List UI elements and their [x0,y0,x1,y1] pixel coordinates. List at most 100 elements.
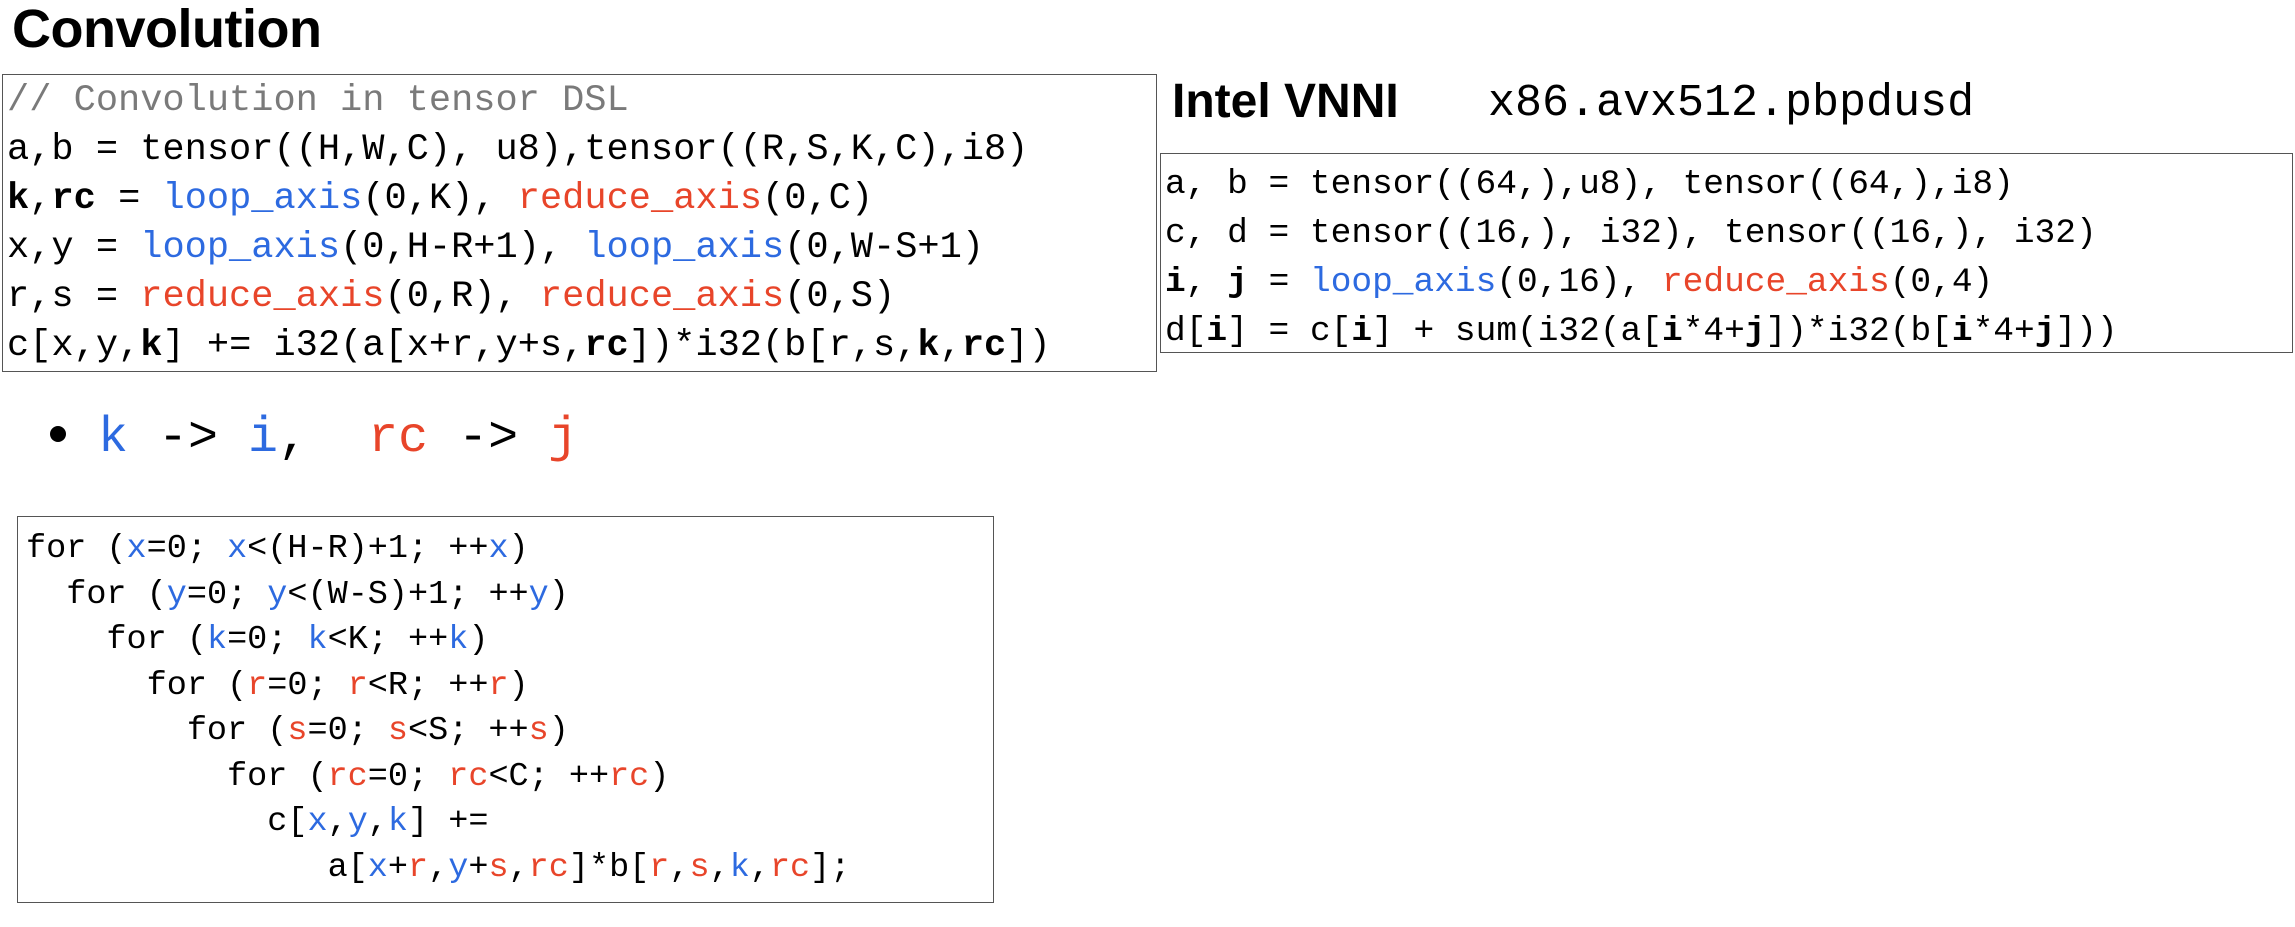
page-title: Convolution [12,0,322,59]
loop-body-product: a[x+r,y+s,rc]*b[r,s,k,rc]; [26,846,993,892]
loop-var: s [287,712,308,750]
code-text: a[ [327,848,368,887]
loop-var: k [448,621,469,659]
for-keyword: for [146,666,207,705]
code-text: (0,R), [384,276,540,318]
code-text: ])) [2055,312,2118,351]
code-text: , [669,848,690,887]
bullet-dot-icon [50,425,66,442]
var-i: i [1165,263,1186,302]
vnni-line-axes: i, j = loop_axis(0,16), reduce_axis(0,4) [1165,258,2292,307]
code-text: (0,H-R+1), [340,227,585,269]
loop-var: r [488,666,509,705]
code-text: , [278,410,369,467]
code-text: ]; [810,848,851,887]
code-text: (0,4) [1889,263,1994,302]
code-text: ] += [408,803,489,841]
reduce-axis-keyword: reduce_axis [539,276,785,318]
var-rc: rc [961,325,1007,367]
loop-var: y [528,575,549,614]
var-i: i [1951,312,1973,351]
loop-bound: R [387,666,409,705]
loop-axis-keyword: loop_axis [584,227,785,269]
loop-bound: S [428,712,449,750]
loop-var: k [729,848,750,887]
code-text: , [428,848,449,887]
code-text: x,y = [7,227,141,269]
loop-bound: (W-S)+1 [307,575,449,614]
loop-var: x [367,848,388,887]
code-text: = [95,178,163,220]
vnni-title: Intel VNNI [1172,75,1399,128]
code-text: ])*i32(b[r,s, [628,325,918,367]
loop-line-rc: for (rc=0; rc<C; ++rc) [26,755,993,801]
loop-bound: K [347,621,368,659]
code-text: + [387,848,408,887]
code-text: d[ [1165,312,1207,351]
loop-body-accum: c[x,y,k] += [26,800,993,846]
code-text: , [749,848,770,887]
var-rc: rc [584,325,629,367]
code-text: + [468,848,489,887]
code-text: ]*b[ [568,848,650,887]
loop-bound: (H-R)+1 [267,530,409,568]
code-text: (0,S) [784,276,896,318]
for-keyword: for [106,621,167,659]
code-text: , [939,325,962,367]
vnni-line-compute: d[i] = c[i] + sum(i32(a[i*4+j])*i32(b[i*… [1165,307,2292,356]
var-j: j [1744,312,1766,351]
code-text: *4+ [1682,312,1745,351]
dsl-line-compute: c[x,y,k] += i32(a[x+r,y+s,rc])*i32(b[r,s… [7,322,1156,371]
loop-axis-keyword: loop_axis [140,227,341,269]
code-text: ] = c[ [1227,312,1352,351]
loop-var: y [267,575,288,614]
code-text: c[x,y, [7,325,141,367]
loop-bound: C [508,757,529,796]
loop-var: k [206,621,228,659]
for-keyword: for [186,712,248,750]
dsl-line-axes-x-y: x,y = loop_axis(0,H-R+1), loop_axis(0,W-… [7,224,1156,273]
vnni-line-cd: c, d = tensor((16,), i32), tensor((16,),… [1165,214,2097,253]
code-text: , [709,848,730,887]
loop-var: rc [448,757,489,796]
arrow-text: -> [128,410,249,467]
for-keyword: for [66,575,127,614]
map-k: k [98,410,129,467]
reduce-axis-keyword: reduce_axis [140,276,385,318]
vnni-code-box: a, b = tensor((64,),u8), tensor((64,),i8… [1160,153,2293,353]
loop-var: s [689,848,710,887]
loop-line-x: for (x=0; x<(H-R)+1; ++x) [26,530,529,568]
loop-var: rc [327,757,368,796]
loop-var: rc [528,848,569,887]
dsl-line-axes-k-rc: k,rc = loop_axis(0,K), reduce_axis(0,C) [7,175,1156,224]
loop-var: y [166,575,187,614]
loop-line-k: for (k=0; k<K; ++k) [26,618,993,664]
loop-var: s [387,712,408,750]
loop-var: r [247,666,268,705]
loop-nest-box: for (x=0; x<(H-R)+1; ++x) for (y=0; y<(W… [17,516,994,903]
var-k: k [917,325,940,367]
loop-var: s [488,848,509,887]
code-text: *4+ [1972,312,2035,351]
code-text: , [29,178,52,220]
code-text: (0,K), [362,178,518,220]
code-text: , [327,803,348,841]
loop-line-s: for (s=0; s<S; ++s) [26,709,993,755]
dsl-line-axes-r-s: r,s = reduce_axis(0,R), reduce_axis(0,S) [7,273,1156,322]
loop-line-y: for (y=0; y<(W-S)+1; ++y) [26,573,993,619]
vnni-instruction: x86.avx512.pbpdusd [1488,78,1975,129]
code-text: , [508,848,529,887]
loop-line-r: for (r=0; r<R; ++r) [26,664,993,710]
map-rc: rc [368,410,429,467]
loop-var: x [126,530,147,568]
dsl-line-tensors: a,b = tensor((H,W,C), u8),tensor((R,S,K,… [7,129,1029,171]
code-text: (0,W-S+1) [784,227,985,269]
code-text: r,s = [7,276,141,318]
loop-var: r [408,848,429,887]
